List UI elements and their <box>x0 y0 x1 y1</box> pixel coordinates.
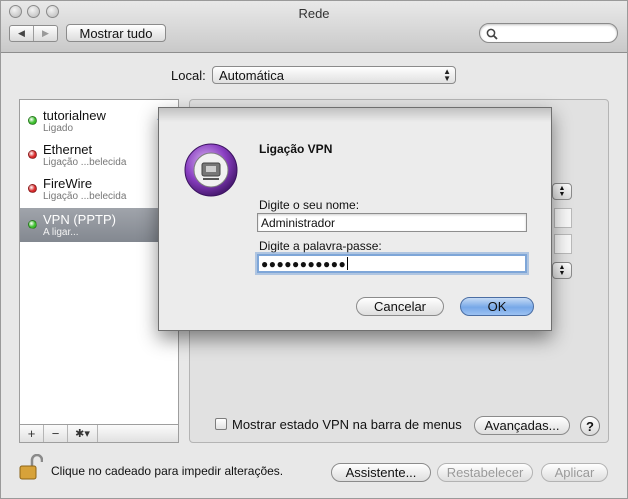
forward-button[interactable]: ▶ <box>33 26 57 41</box>
lock-instruction: Clique no cadeado para impedir alteraçõe… <box>51 464 284 478</box>
password-input[interactable]: ●●●●●●●●●●● <box>257 254 527 273</box>
location-value: Automática <box>219 67 285 83</box>
status-dot-icon <box>28 150 37 159</box>
service-name: VPN (PPTP) <box>43 212 116 227</box>
vpn-network-icon <box>184 143 238 197</box>
service-status: Ligação ...belecida <box>43 191 127 202</box>
status-dot-icon <box>28 116 37 125</box>
username-input[interactable]: Administrador <box>257 213 527 232</box>
dialog-title: Ligação VPN <box>259 142 333 156</box>
service-status: Ligado <box>43 123 74 134</box>
service-name: Ethernet <box>43 142 93 157</box>
revert-button[interactable]: Restabelecer <box>437 463 533 482</box>
service-item-ethernet[interactable]: Ethernet Ligação ...belecida <box>20 138 178 172</box>
service-list: tutorialnew Ligado Ethernet Ligação ...b… <box>19 99 179 425</box>
text-caret <box>347 257 349 270</box>
service-name: FireWire <box>43 176 93 191</box>
back-button[interactable]: ◀ <box>10 26 33 41</box>
password-label: Digite a palavra-passe: <box>259 239 382 253</box>
configuration-popup[interactable]: ▲ ▼ <box>552 183 572 200</box>
status-dot-icon <box>28 184 37 193</box>
window-title: Rede <box>298 6 330 21</box>
location-label: Local: <box>171 68 206 83</box>
gear-icon[interactable]: ✱▾ <box>68 425 98 442</box>
service-item-vpn-pptp[interactable]: VPN (PPTP) A ligar... <box>20 208 178 242</box>
server-address-field[interactable] <box>554 208 572 228</box>
ok-button[interactable]: OK <box>460 297 534 316</box>
account-name-field[interactable] <box>554 234 572 254</box>
password-mask: ●●●●●●●●●●● <box>261 257 347 271</box>
vpn-connection-dialog: Ligação VPN Digite o seu nome: Administr… <box>158 107 552 331</box>
service-status: A ligar... <box>43 227 79 238</box>
encryption-popup[interactable]: ▲ ▼ <box>552 262 572 279</box>
window-titlebar: Rede ◀ ▶ Mostrar tudo <box>1 1 627 53</box>
service-item-tutorialnew[interactable]: tutorialnew Ligado <box>20 104 178 138</box>
network-preferences-window: Rede ◀ ▶ Mostrar tudo Local: Automática … <box>0 0 628 499</box>
remove-service-button[interactable]: − <box>44 425 68 442</box>
assistant-button[interactable]: Assistente... <box>331 463 431 482</box>
advanced-button[interactable]: Avançadas... <box>474 416 570 435</box>
cancel-button[interactable]: Cancelar <box>356 297 444 316</box>
status-dot-icon <box>28 220 37 229</box>
location-popup[interactable]: Automática ▲ ▼ <box>212 66 456 84</box>
show-all-button[interactable]: Mostrar tudo <box>66 24 166 42</box>
service-item-firewire[interactable]: FireWire Ligação ...belecida <box>20 172 178 206</box>
back-forward-control: ◀ ▶ <box>9 25 58 42</box>
search-input[interactable] <box>479 23 618 43</box>
name-label: Digite o seu nome: <box>259 198 360 212</box>
service-status: Ligação ...belecida <box>43 157 127 168</box>
show-vpn-status-checkbox[interactable] <box>215 418 227 430</box>
service-name: tutorialnew <box>43 108 106 123</box>
add-service-button[interactable]: + <box>20 425 44 442</box>
service-list-toolbar: + − ✱▾ <box>19 425 179 443</box>
show-vpn-status-label: Mostrar estado VPN na barra de menus <box>232 417 462 432</box>
popup-arrows-icon: ▲ ▼ <box>443 67 451 83</box>
unlocked-padlock-icon[interactable] <box>19 454 43 480</box>
help-button[interactable]: ? <box>580 416 600 436</box>
apply-button[interactable]: Aplicar <box>541 463 608 482</box>
search-icon <box>486 28 498 40</box>
